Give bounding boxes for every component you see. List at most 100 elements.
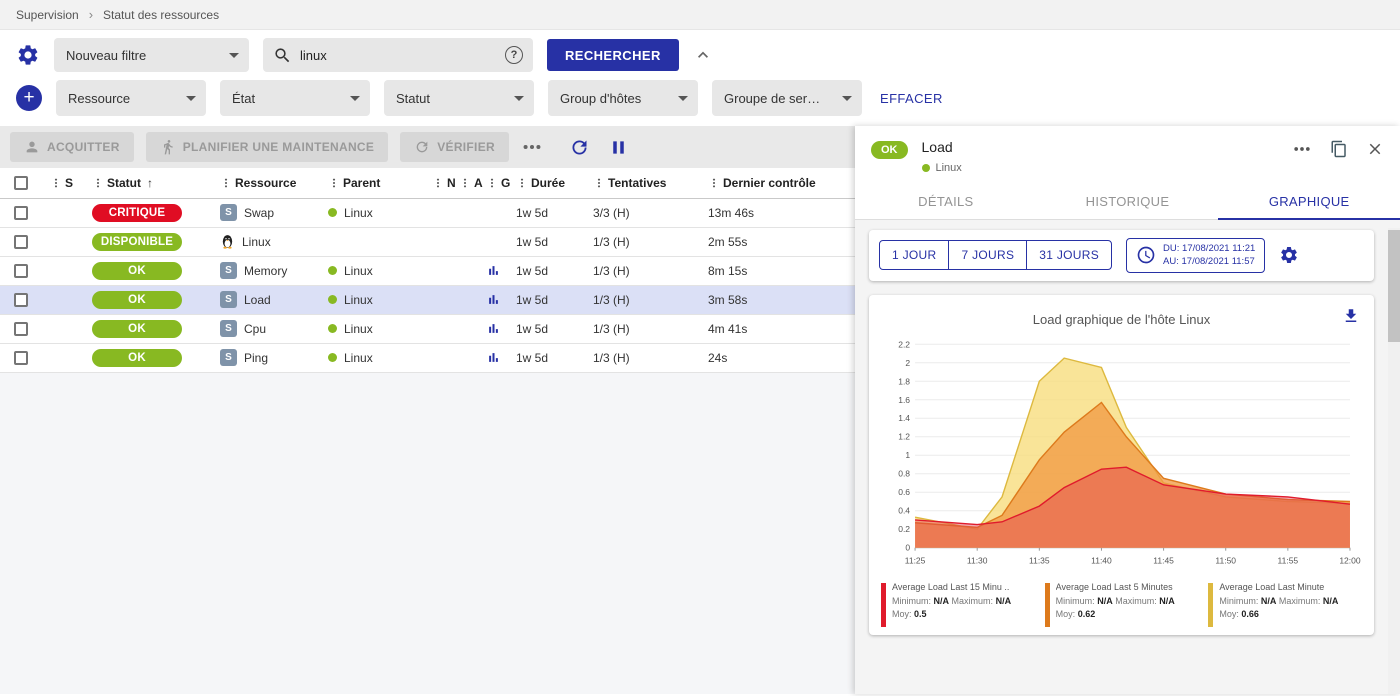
graph-icon[interactable] [486, 321, 501, 336]
row-checkbox[interactable] [14, 293, 28, 307]
column-menu-icon[interactable] [486, 177, 498, 189]
resource-link[interactable]: Load [244, 293, 271, 307]
date-range-picker[interactable]: DU: 17/08/2021 11:21 AU: 17/08/2021 11:5… [1126, 238, 1265, 273]
panel-scrollbar[interactable] [1388, 228, 1400, 694]
pause-autorefresh-icon[interactable] [608, 137, 629, 158]
resource-link[interactable]: Linux [242, 235, 271, 249]
column-menu-icon[interactable] [459, 177, 471, 189]
column-header-severity[interactable]: S [48, 168, 90, 198]
table-row[interactable]: OK SLoad Linux 1w 5d 1/3 (H) 3m 58s [0, 285, 855, 314]
clear-filters-button[interactable]: EFFACER [880, 91, 943, 106]
resource-link[interactable]: Cpu [244, 322, 266, 336]
parent-link[interactable]: Linux [344, 351, 373, 365]
sort-asc-icon: ↑ [147, 176, 153, 190]
table-row[interactable]: OK SPing Linux 1w 5d 1/3 (H) 24s [0, 343, 855, 372]
column-header-parent[interactable]: Parent [326, 168, 430, 198]
tab-graph[interactable]: GRAPHIQUE [1218, 183, 1400, 219]
legend-item[interactable]: Average Load Last 15 Minu .. Minimum: N/… [881, 581, 1035, 627]
panel-host[interactable]: Linux [936, 162, 962, 174]
graph-icon[interactable] [486, 350, 501, 365]
graph-icon[interactable] [486, 292, 501, 307]
help-icon[interactable]: ? [505, 46, 523, 64]
row-checkbox[interactable] [14, 351, 28, 365]
parent-link[interactable]: Linux [344, 293, 373, 307]
column-header-status[interactable]: Statut↑ [90, 168, 218, 198]
state-select[interactable]: État [220, 80, 370, 116]
panel-more-actions-icon[interactable] [1292, 139, 1312, 159]
resource-link[interactable]: Memory [244, 264, 287, 278]
row-checkbox[interactable] [14, 264, 28, 278]
table-row[interactable]: CRITIQUE SSwap Linux 1w 5d 3/3 (H) 13m 4… [0, 198, 855, 227]
legend-item[interactable]: Average Load Last Minute Minimum: N/A Ma… [1208, 581, 1362, 627]
column-header-tries[interactable]: Tentatives [591, 168, 706, 198]
add-criteria-button[interactable]: + [16, 85, 42, 111]
select-all-checkbox[interactable] [14, 176, 28, 190]
service-group-select[interactable]: Groupe de ser… [712, 80, 862, 116]
table-row[interactable]: OK SMemory Linux 1w 5d 1/3 (H) 8m 15s [0, 256, 855, 285]
status-select[interactable]: Statut [384, 80, 534, 116]
saved-filter-value: Nouveau filtre [66, 48, 146, 63]
column-header-notes[interactable]: N [430, 168, 457, 198]
filter-settings-icon[interactable] [16, 43, 40, 67]
graph-icon[interactable] [486, 263, 501, 278]
breadcrumb-section[interactable]: Supervision [16, 8, 79, 22]
column-header-graph[interactable]: G [484, 168, 514, 198]
column-menu-icon[interactable] [92, 177, 104, 189]
acknowledge-button[interactable]: ACQUITTER [10, 132, 134, 162]
legend-item[interactable]: Average Load Last 5 Minutes Minimum: N/A… [1045, 581, 1199, 627]
resource-link[interactable]: Swap [244, 206, 274, 220]
column-header-last-check[interactable]: Dernier contrôle [706, 168, 855, 198]
saved-filter-select[interactable]: Nouveau filtre [54, 38, 249, 72]
column-menu-icon[interactable] [432, 177, 444, 189]
status-badge: OK [92, 349, 182, 367]
host-group-select[interactable]: Group d'hôtes [548, 80, 698, 116]
row-checkbox[interactable] [14, 235, 28, 249]
status-badge: CRITIQUE [92, 204, 182, 222]
search-button[interactable]: RECHERCHER [547, 39, 679, 71]
resource-type-select[interactable]: Ressource [56, 80, 206, 116]
search-input[interactable] [300, 48, 497, 63]
last-check-cell: 2m 55s [706, 227, 855, 256]
column-menu-icon[interactable] [708, 177, 720, 189]
copy-link-icon[interactable] [1330, 140, 1348, 158]
tries-cell: 3/3 (H) [591, 198, 706, 227]
range-7-days-button[interactable]: 7 JOURS [949, 240, 1026, 270]
parent-link[interactable]: Linux [344, 322, 373, 336]
search-box[interactable]: ? [263, 38, 533, 72]
scrollbar-thumb[interactable] [1388, 230, 1400, 342]
table-row[interactable]: DISPONIBLE Linux 1w 5d 1/3 (H) [0, 227, 855, 256]
check-button[interactable]: VÉRIFIER [400, 132, 509, 162]
last-check-cell: 3m 58s [706, 285, 855, 314]
column-header-resource[interactable]: Ressource [218, 168, 326, 198]
range-31-days-button[interactable]: 31 JOURS [1026, 240, 1112, 270]
status-badge: OK [92, 262, 182, 280]
more-actions-icon[interactable] [521, 136, 543, 158]
close-panel-icon[interactable] [1366, 140, 1384, 158]
column-menu-icon[interactable] [328, 177, 340, 189]
set-downtime-button[interactable]: PLANIFIER UNE MAINTENANCE [146, 132, 389, 162]
svg-text:11:30: 11:30 [967, 555, 988, 565]
column-menu-icon[interactable] [50, 177, 62, 189]
row-checkbox[interactable] [14, 322, 28, 336]
refresh-list-icon[interactable] [569, 137, 590, 158]
column-menu-icon[interactable] [593, 177, 605, 189]
service-icon: S [220, 204, 237, 221]
svg-text:1.2: 1.2 [898, 431, 910, 441]
graph-settings-icon[interactable] [1279, 245, 1299, 265]
collapse-filters-icon[interactable] [693, 45, 713, 65]
tab-history[interactable]: HISTORIQUE [1037, 183, 1219, 219]
column-header-duration[interactable]: Durée [514, 168, 591, 198]
table-row[interactable]: OK SCpu Linux 1w 5d 1/3 (H) 4m 41s [0, 314, 855, 343]
column-menu-icon[interactable] [220, 177, 232, 189]
parent-link[interactable]: Linux [344, 264, 373, 278]
parent-link[interactable]: Linux [344, 206, 373, 220]
resource-link[interactable]: Ping [244, 351, 268, 365]
column-menu-icon[interactable] [516, 177, 528, 189]
row-checkbox[interactable] [14, 206, 28, 220]
tab-details[interactable]: DÉTAILS [855, 183, 1037, 219]
walking-person-icon [160, 139, 176, 155]
range-1-day-button[interactable]: 1 JOUR [879, 240, 949, 270]
export-chart-icon[interactable] [1342, 307, 1360, 325]
chevron-down-icon [842, 96, 852, 101]
column-header-ack[interactable]: A [457, 168, 484, 198]
